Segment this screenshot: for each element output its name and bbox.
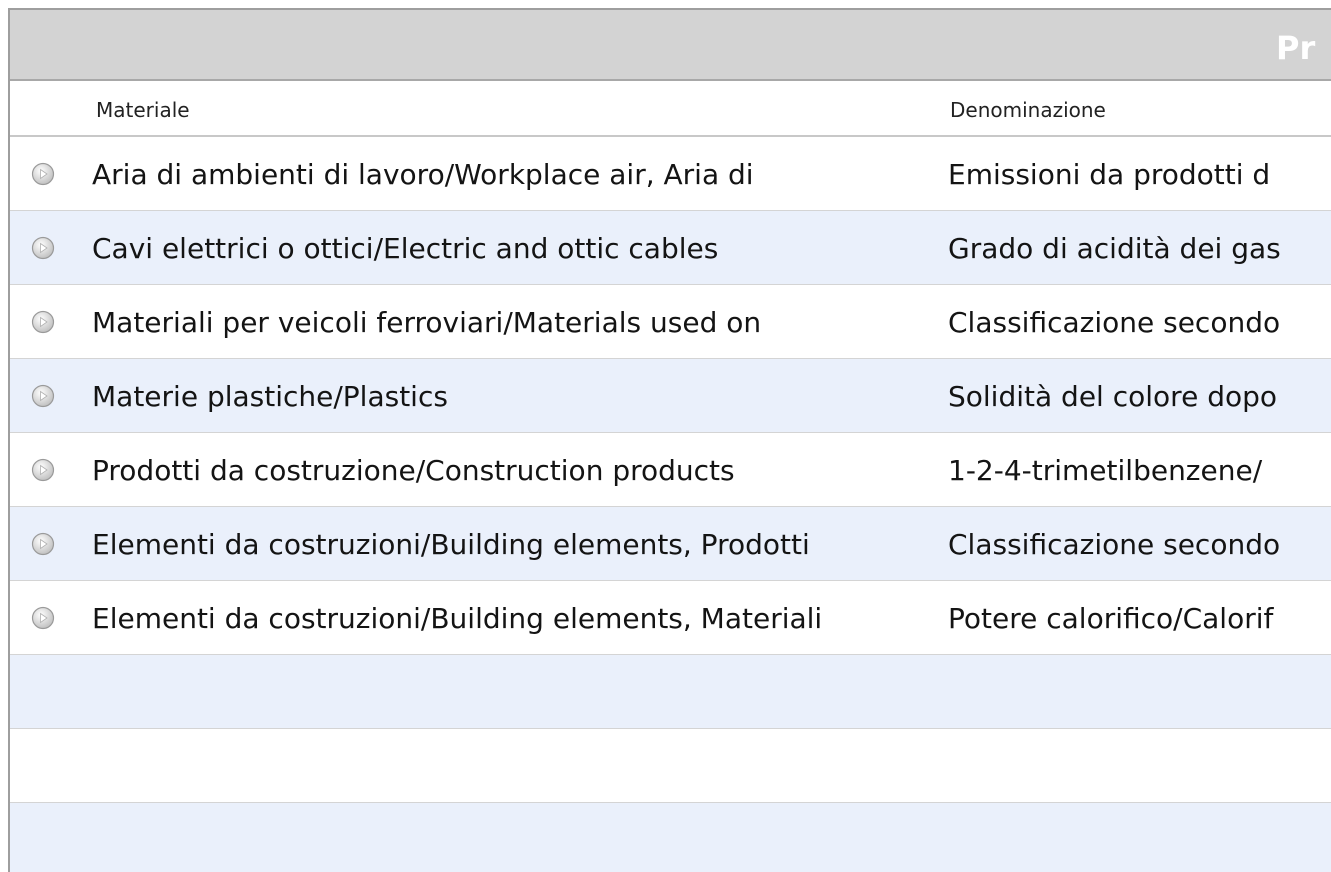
table-body: Aria di ambienti di lavoro/Workplace air… (10, 137, 1331, 872)
cell-denomination: Grado di acidità dei gas (948, 232, 1281, 265)
table-row[interactable]: Elementi da costruzioni/Building element… (10, 507, 1331, 581)
play-circle-icon[interactable] (31, 236, 55, 260)
cell-material: Elementi da costruzioni/Building element… (92, 602, 823, 635)
play-circle-icon[interactable] (31, 532, 55, 556)
table-header-row: Materiale Denominazione (10, 81, 1331, 137)
cell-material: Cavi elettrici o ottici/Electric and ott… (92, 232, 719, 265)
cell-material: Prodotti da costruzione/Construction pro… (92, 454, 735, 487)
cell-denomination: Emissioni da prodotti d (948, 158, 1271, 191)
cell-material: Aria di ambienti di lavoro/Workplace air… (92, 158, 754, 191)
results-table: Pr Materiale Denominazione Aria di ambie… (8, 8, 1331, 872)
cell-material: Materie plastiche/Plastics (92, 380, 448, 413)
column-header-denomination[interactable]: Denominazione (950, 98, 1106, 122)
table-row[interactable]: Materie plastiche/Plastics Solidità del … (10, 359, 1331, 433)
cell-denomination: Classificazione secondo (948, 306, 1281, 339)
play-circle-icon[interactable] (31, 310, 55, 334)
column-header-material[interactable]: Materiale (96, 98, 190, 122)
play-circle-icon[interactable] (31, 606, 55, 630)
table-title: Pr (1276, 29, 1316, 67)
cell-denomination: Potere calorifico/Calorif (948, 602, 1274, 635)
table-row-empty (10, 729, 1331, 803)
cell-material: Materiali per veicoli ferroviari/Materia… (92, 306, 762, 339)
table-row[interactable]: Cavi elettrici o ottici/Electric and ott… (10, 211, 1331, 285)
table-row[interactable]: Materiali per veicoli ferroviari/Materia… (10, 285, 1331, 359)
table-row[interactable]: Aria di ambienti di lavoro/Workplace air… (10, 137, 1331, 211)
play-circle-icon[interactable] (31, 458, 55, 482)
play-circle-icon[interactable] (31, 384, 55, 408)
cell-denomination: 1-2-4-trimetilbenzene/ (948, 454, 1263, 487)
cell-denomination: Classificazione secondo (948, 528, 1281, 561)
table-title-bar: Pr (10, 10, 1331, 81)
table-row-empty (10, 803, 1331, 872)
table-row-empty (10, 655, 1331, 729)
table-row[interactable]: Prodotti da costruzione/Construction pro… (10, 433, 1331, 507)
table-row[interactable]: Elementi da costruzioni/Building element… (10, 581, 1331, 655)
play-circle-icon[interactable] (31, 162, 55, 186)
cell-material: Elementi da costruzioni/Building element… (92, 528, 810, 561)
cell-denomination: Solidità del colore dopo (948, 380, 1277, 413)
